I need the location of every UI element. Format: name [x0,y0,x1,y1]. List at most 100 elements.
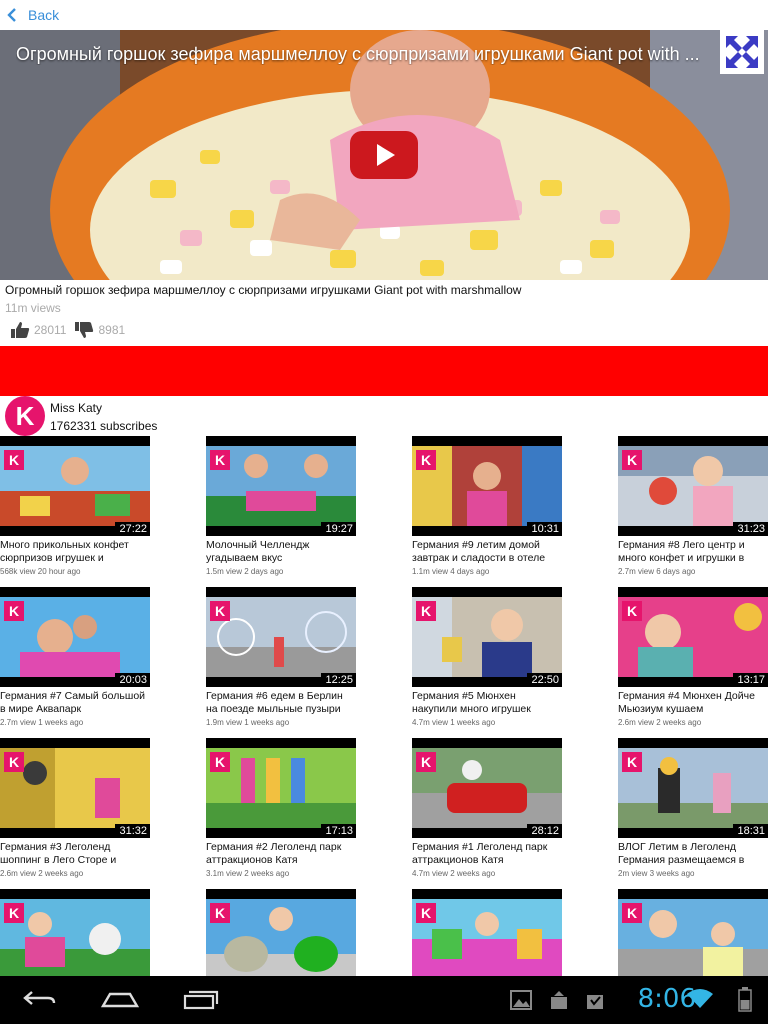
channel-name[interactable]: Miss Katy [50,401,102,415]
video-card[interactable]: K 22:50 Германия #5 Мюнхен накупили мног… [412,587,562,727]
video-duration: 31:32 [115,824,150,838]
video-card-meta: 2m view 3 weeks ago [618,869,695,878]
video-thumbnail[interactable]: K 13:17 [618,587,768,687]
battery-icon [738,987,752,1012]
video-card[interactable]: K 20:03 Германия #7 Самый большой в мире… [0,587,150,727]
video-thumbnail[interactable]: K 31:23 [618,436,768,536]
fullscreen-button[interactable] [720,30,764,74]
video-card-meta: 1.9m view 1 weeks ago [206,718,290,727]
nav-home-icon[interactable] [100,988,140,1010]
video-thumbnail[interactable]: K 19:27 [206,436,356,536]
video-card[interactable]: K 28:12 Германия #1 Леголенд парк аттрак… [412,738,562,878]
channel-logo-icon: K [4,903,24,923]
video-duration: 27:22 [115,522,150,536]
channel-logo-icon: K [210,903,230,923]
video-card[interactable]: K 13:17 Германия #4 Мюнхен Дойче Мьюзиум… [618,587,768,727]
video-thumbnail[interactable]: K [618,889,768,976]
video-thumbnail[interactable]: K [0,889,150,976]
video-card[interactable]: K 18:31 ВЛОГ Летим в Леголенд Германия р… [618,738,768,878]
video-card[interactable]: K [0,889,150,976]
video-card-title[interactable]: Молочный Челлендж угадываем вкус [206,539,356,565]
nav-recents-icon[interactable] [182,988,220,1010]
video-card-meta: 1.1m view 4 days ago [412,567,490,576]
video-card[interactable]: K [412,889,562,976]
video-duration: 17:13 [321,824,356,838]
video-card-meta: 2.7m view 6 days ago [618,567,696,576]
channel-logo-icon: K [416,903,436,923]
video-card-title[interactable]: Германия #9 летим домой завтрак и сладос… [412,539,562,565]
video-card-title[interactable]: Германия #8 Лего центр и много конфет и … [618,539,768,565]
thumbs-up-icon[interactable] [10,321,30,339]
video-card-meta: 3.1m view 2 weeks ago [206,869,290,878]
video-card-meta: 2.6m view 2 weeks ago [618,718,702,727]
channel-avatar[interactable]: K [5,396,45,436]
nav-back-icon[interactable] [22,988,58,1010]
back-label: Back [28,7,60,23]
video-duration: 19:27 [321,522,356,536]
video-thumbnail[interactable]: K 28:12 [412,738,562,838]
video-card[interactable]: K 19:27 Молочный Челлендж угадываем вкус… [206,436,356,576]
system-nav-bar: 8:06 [0,976,768,1024]
channel-logo-icon: K [622,752,642,772]
video-card[interactable]: K 12:25 Германия #6 едем в Берлин на пое… [206,587,356,727]
video-grid: K 27:22 Много прикольных конфет сюрпризо… [0,436,768,976]
channel-logo-icon: K [210,752,230,772]
video-duration: 10:31 [527,522,562,536]
channel-logo-icon: K [416,450,436,470]
video-card-title[interactable]: Германия #4 Мюнхен Дойче Мьюзиум кушаем [618,690,768,716]
channel-logo-icon: K [210,601,230,621]
video-thumbnail[interactable]: K 20:03 [0,587,150,687]
video-card-meta: 2.7m view 1 weeks ago [0,718,84,727]
video-card-title[interactable]: Германия #5 Мюнхен накупили много игруше… [412,690,562,716]
back-chevron-icon [7,8,16,22]
video-thumbnail[interactable]: K 10:31 [412,436,562,536]
video-thumbnail[interactable]: K 18:31 [618,738,768,838]
video-thumbnail[interactable]: K 31:32 [0,738,150,838]
video-card[interactable]: K 31:32 Германия #3 Леголенд шоппинг в Л… [0,738,150,878]
channel-logo-icon: K [416,601,436,621]
channel-logo-icon: K [622,903,642,923]
video-card-title[interactable]: Германия #7 Самый большой в мире Аквапар… [0,690,150,716]
banner [0,346,768,396]
video-card-title[interactable]: Германия #3 Леголенд шоппинг в Лего Стор… [0,841,150,867]
video-thumbnail[interactable]: K 22:50 [412,587,562,687]
video-card-title[interactable]: Германия #2 Леголенд парк аттракционов К… [206,841,356,867]
video-card[interactable]: K [206,889,356,976]
channel-logo-icon: K [4,450,24,470]
thumbs-down-icon[interactable] [74,321,94,339]
rating-row: 28011 8981 [10,321,133,339]
video-thumbnail[interactable]: K [206,889,356,976]
video-card-title[interactable]: Германия #6 едем в Берлин на поезде мыль… [206,690,356,716]
video-card-meta: 4.7m view 1 weeks ago [412,718,496,727]
play-icon [377,144,395,166]
video-duration: 31:23 [733,522,768,536]
back-button[interactable]: Back [6,5,59,25]
video-title: Огромный горшок зефира маршмеллоу с сюрп… [5,283,522,297]
player-title: Огромный горшок зефира маршмеллоу с сюрп… [16,44,700,64]
video-thumbnail[interactable]: K 12:25 [206,587,356,687]
video-card-title[interactable]: Много прикольных конфет сюрпризов игруше… [0,539,150,565]
video-card-meta: 2.6m view 2 weeks ago [0,869,84,878]
gallery-icon [510,990,532,1010]
video-card[interactable]: K 31:23 Германия #8 Лего центр и много к… [618,436,768,576]
video-player[interactable]: Огромный горшок зефира маршмеллоу с сюрп… [0,30,768,280]
video-card-title[interactable]: ВЛОГ Летим в Леголенд Германия размещаем… [618,841,768,867]
video-card[interactable]: K 17:13 Германия #2 Леголенд парк аттрак… [206,738,356,878]
dislike-count: 8981 [98,323,126,337]
video-views: 11m views [5,301,61,315]
wifi-icon [687,989,713,1008]
video-thumbnail[interactable]: K 17:13 [206,738,356,838]
video-card-title[interactable]: Германия #1 Леголенд парк аттракционов К… [412,841,562,867]
video-card-meta: 1.5m view 2 days ago [206,567,284,576]
video-thumbnail[interactable]: K 27:22 [0,436,150,536]
video-card[interactable]: K [618,889,768,976]
video-card[interactable]: K 27:22 Много прикольных конфет сюрпризо… [0,436,150,576]
video-card[interactable]: K 10:31 Германия #9 летим домой завтрак … [412,436,562,576]
video-duration: 18:31 [733,824,768,838]
play-button[interactable] [350,131,418,179]
channel-logo-icon: K [416,752,436,772]
fullscreen-icon [726,36,758,68]
video-thumbnail[interactable]: K [412,889,562,976]
video-duration: 13:17 [733,673,768,687]
screen: Back Огромный горшок зефира маршмеллоу с… [0,0,768,1024]
